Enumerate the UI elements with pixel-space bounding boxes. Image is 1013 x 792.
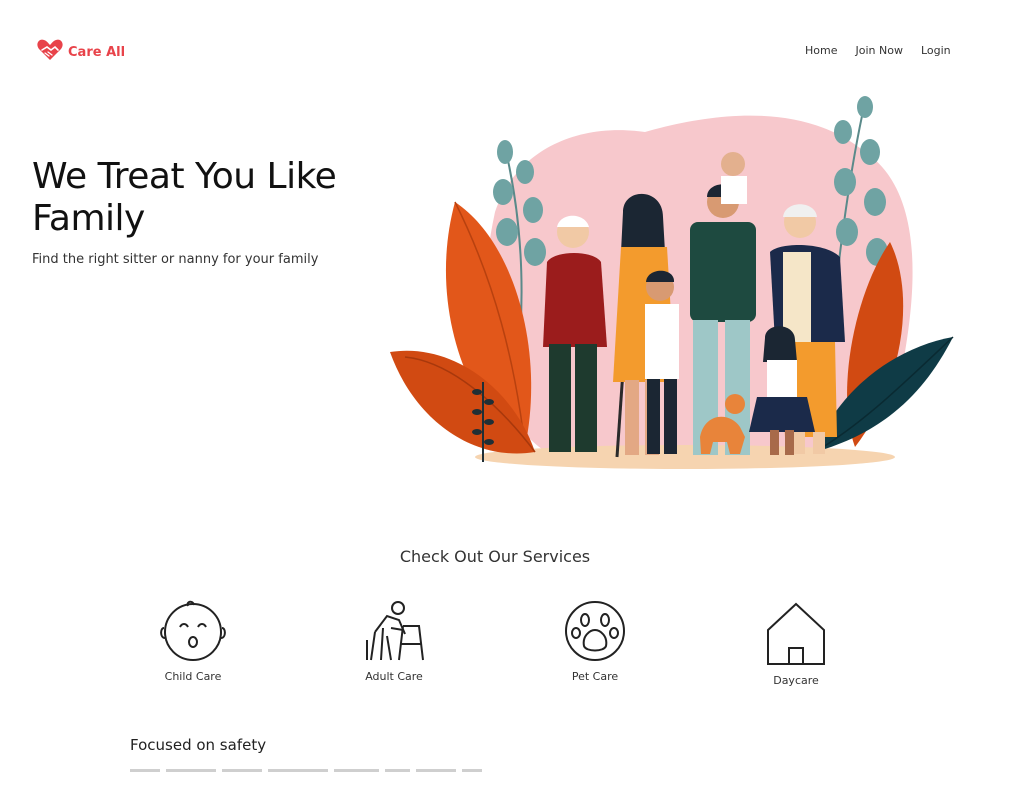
brand-logo[interactable]: Care All	[36, 38, 125, 66]
service-label: Adult Care	[365, 670, 423, 683]
safety-text-cropped	[130, 759, 490, 772]
safety-heading: Focused on safety	[130, 736, 267, 754]
service-pet-care[interactable]: Pet Care	[535, 600, 655, 683]
hero-title: We Treat You Like Family	[32, 156, 337, 239]
service-adult-care[interactable]: Adult Care	[334, 600, 454, 683]
service-daycare[interactable]: Daycare	[736, 600, 856, 687]
services-heading: Check Out Our Services	[399, 547, 591, 566]
nav-home-link[interactable]: Home	[805, 44, 837, 57]
elder-walker-icon	[334, 600, 454, 662]
brand-name: Care All	[68, 44, 126, 60]
baby-face-icon	[133, 600, 253, 662]
service-label: Pet Care	[571, 670, 619, 683]
hero-subtitle: Find the right sitter or nanny for your …	[32, 252, 319, 267]
service-label: Child Care	[164, 670, 222, 683]
nav-join-now-link[interactable]: Join Now	[855, 44, 902, 57]
family-group-illustration	[385, 92, 960, 481]
nav-login-link[interactable]: Login	[921, 44, 951, 57]
heart-handshake-icon	[36, 38, 64, 66]
main-nav: Home Join Now Login	[790, 44, 951, 57]
service-label: Daycare	[773, 674, 819, 687]
paw-icon	[535, 600, 655, 662]
service-child-care[interactable]: Child Care	[133, 600, 253, 683]
house-icon	[736, 600, 856, 666]
